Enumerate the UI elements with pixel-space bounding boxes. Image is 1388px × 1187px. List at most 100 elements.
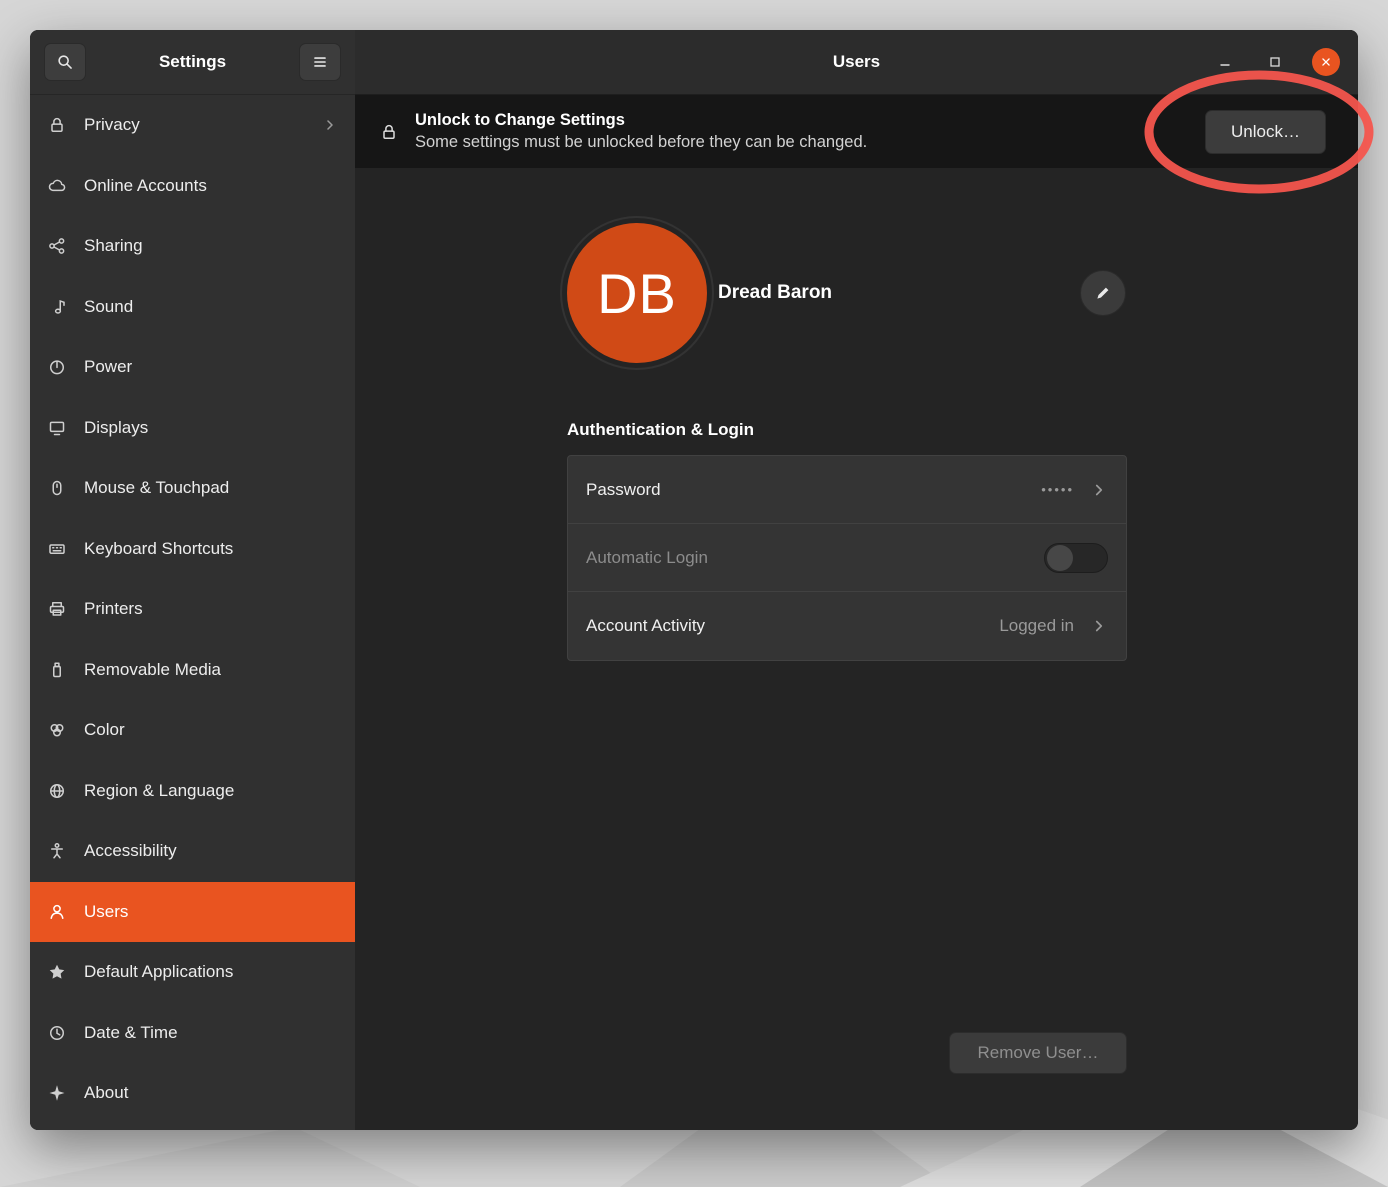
sidebar-item-about[interactable]: About bbox=[30, 1063, 355, 1124]
sidebar-item-color[interactable]: Color bbox=[30, 700, 355, 761]
sidebar-item-label: Privacy bbox=[84, 115, 140, 135]
sidebar-item-region-language[interactable]: Region & Language bbox=[30, 761, 355, 822]
sidebar-item-default-applications[interactable]: Default Applications bbox=[30, 942, 355, 1003]
unlock-infobar: Unlock to Change Settings Some settings … bbox=[355, 95, 1358, 168]
close-button[interactable] bbox=[1312, 48, 1340, 76]
menu-button[interactable] bbox=[299, 43, 341, 81]
sidebar-item-label: Printers bbox=[84, 599, 143, 619]
sidebar-header: Settings bbox=[30, 30, 355, 95]
password-row[interactable]: Password ••••• bbox=[568, 456, 1126, 524]
chevron-right-icon bbox=[1090, 617, 1108, 635]
power-icon bbox=[47, 357, 67, 377]
infobar-text: Unlock to Change Settings Some settings … bbox=[415, 111, 867, 152]
row-label: Automatic Login bbox=[586, 548, 708, 568]
user-name: Dread Baron bbox=[718, 282, 832, 304]
search-icon bbox=[56, 53, 74, 71]
sidebar-item-mouse-touchpad[interactable]: Mouse & Touchpad bbox=[30, 458, 355, 519]
infobar-subtitle: Some settings must be unlocked before th… bbox=[415, 133, 867, 152]
globe-icon bbox=[47, 781, 67, 801]
sidebar-item-label: Sharing bbox=[84, 236, 143, 256]
row-value: ••••• bbox=[1041, 481, 1108, 499]
sparkle-icon bbox=[47, 1083, 67, 1103]
close-icon bbox=[1319, 55, 1333, 69]
removable-media-icon bbox=[47, 660, 67, 680]
sidebar: Settings Privacy Online Accounts Sharing bbox=[30, 30, 355, 1130]
mouse-icon bbox=[47, 478, 67, 498]
lock-icon bbox=[47, 115, 67, 135]
desktop-shape bbox=[0, 1127, 420, 1187]
sidebar-title: Settings bbox=[159, 52, 226, 72]
sidebar-item-label: Default Applications bbox=[84, 962, 233, 982]
sidebar-item-users[interactable]: Users bbox=[30, 882, 355, 943]
sidebar-item-online-accounts[interactable]: Online Accounts bbox=[30, 156, 355, 217]
maximize-button[interactable] bbox=[1262, 49, 1288, 75]
share-icon bbox=[47, 236, 67, 256]
sidebar-item-label: Region & Language bbox=[84, 781, 234, 801]
sidebar-item-sharing[interactable]: Sharing bbox=[30, 216, 355, 277]
row-label: Account Activity bbox=[586, 616, 705, 636]
headerbar: Users bbox=[355, 30, 1358, 95]
avatar-initials: DB bbox=[597, 261, 677, 326]
toggle-knob bbox=[1047, 545, 1073, 571]
sidebar-item-displays[interactable]: Displays bbox=[30, 398, 355, 459]
remove-user-button[interactable]: Remove User… bbox=[949, 1032, 1127, 1074]
row-label: Password bbox=[586, 480, 661, 500]
sidebar-item-keyboard-shortcuts[interactable]: Keyboard Shortcuts bbox=[30, 519, 355, 580]
sidebar-item-label: Date & Time bbox=[84, 1023, 178, 1043]
sidebar-item-label: Color bbox=[84, 720, 125, 740]
row-value: Logged in bbox=[999, 616, 1108, 636]
hamburger-menu-icon bbox=[311, 53, 329, 71]
printer-icon bbox=[47, 599, 67, 619]
minimize-icon bbox=[1217, 54, 1233, 70]
chevron-right-icon bbox=[1090, 481, 1108, 499]
user-avatar: DB bbox=[567, 223, 707, 363]
sidebar-item-label: Online Accounts bbox=[84, 176, 207, 196]
clock-icon bbox=[47, 1023, 67, 1043]
main-panel: Users Unlock to Change Settings Some set… bbox=[355, 30, 1358, 1130]
users-icon bbox=[47, 902, 67, 922]
sidebar-item-sound[interactable]: Sound bbox=[30, 277, 355, 338]
sidebar-item-date-time[interactable]: Date & Time bbox=[30, 1003, 355, 1064]
sidebar-item-label: Power bbox=[84, 357, 132, 377]
automatic-login-row: Automatic Login bbox=[568, 524, 1126, 592]
sidebar-item-label: Keyboard Shortcuts bbox=[84, 539, 233, 559]
users-content: DB Dread Baron Authentication & Login Pa… bbox=[355, 168, 1358, 1130]
search-button[interactable] bbox=[44, 43, 86, 81]
sidebar-item-label: Mouse & Touchpad bbox=[84, 478, 229, 498]
sidebar-item-label: Users bbox=[84, 902, 128, 922]
sidebar-item-privacy[interactable]: Privacy bbox=[30, 95, 355, 156]
unlock-button[interactable]: Unlock… bbox=[1205, 110, 1326, 154]
sidebar-item-accessibility[interactable]: Accessibility bbox=[30, 821, 355, 882]
sidebar-item-label: Displays bbox=[84, 418, 148, 438]
automatic-login-toggle[interactable] bbox=[1044, 543, 1108, 573]
account-activity-row[interactable]: Account Activity Logged in bbox=[568, 592, 1126, 660]
minimize-button[interactable] bbox=[1212, 49, 1238, 75]
sidebar-item-removable-media[interactable]: Removable Media bbox=[30, 640, 355, 701]
maximize-icon bbox=[1267, 54, 1283, 70]
cloud-icon bbox=[47, 176, 67, 196]
auth-listbox: Password ••••• Automatic Login Account A… bbox=[567, 455, 1127, 661]
sidebar-item-label: Sound bbox=[84, 297, 133, 317]
sidebar-list: Privacy Online Accounts Sharing Sound Po… bbox=[30, 95, 355, 1130]
accessibility-icon bbox=[47, 841, 67, 861]
window-controls bbox=[1212, 48, 1358, 76]
sidebar-item-label: About bbox=[84, 1083, 128, 1103]
account-activity-value: Logged in bbox=[999, 616, 1074, 636]
settings-window: Settings Privacy Online Accounts Sharing bbox=[30, 30, 1358, 1130]
pencil-icon bbox=[1094, 284, 1112, 302]
color-icon bbox=[47, 720, 67, 740]
edit-name-button[interactable] bbox=[1080, 270, 1126, 316]
display-icon bbox=[47, 418, 67, 438]
password-dots: ••••• bbox=[1041, 482, 1074, 497]
keyboard-icon bbox=[47, 539, 67, 559]
lock-icon bbox=[379, 122, 399, 142]
auth-section-title: Authentication & Login bbox=[567, 420, 754, 440]
sound-icon bbox=[47, 297, 67, 317]
sidebar-item-label: Accessibility bbox=[84, 841, 177, 861]
star-icon bbox=[47, 962, 67, 982]
sidebar-item-power[interactable]: Power bbox=[30, 337, 355, 398]
infobar-title: Unlock to Change Settings bbox=[415, 111, 867, 130]
page-title: Users bbox=[355, 52, 1358, 72]
sidebar-item-printers[interactable]: Printers bbox=[30, 579, 355, 640]
sidebar-item-label: Removable Media bbox=[84, 660, 221, 680]
